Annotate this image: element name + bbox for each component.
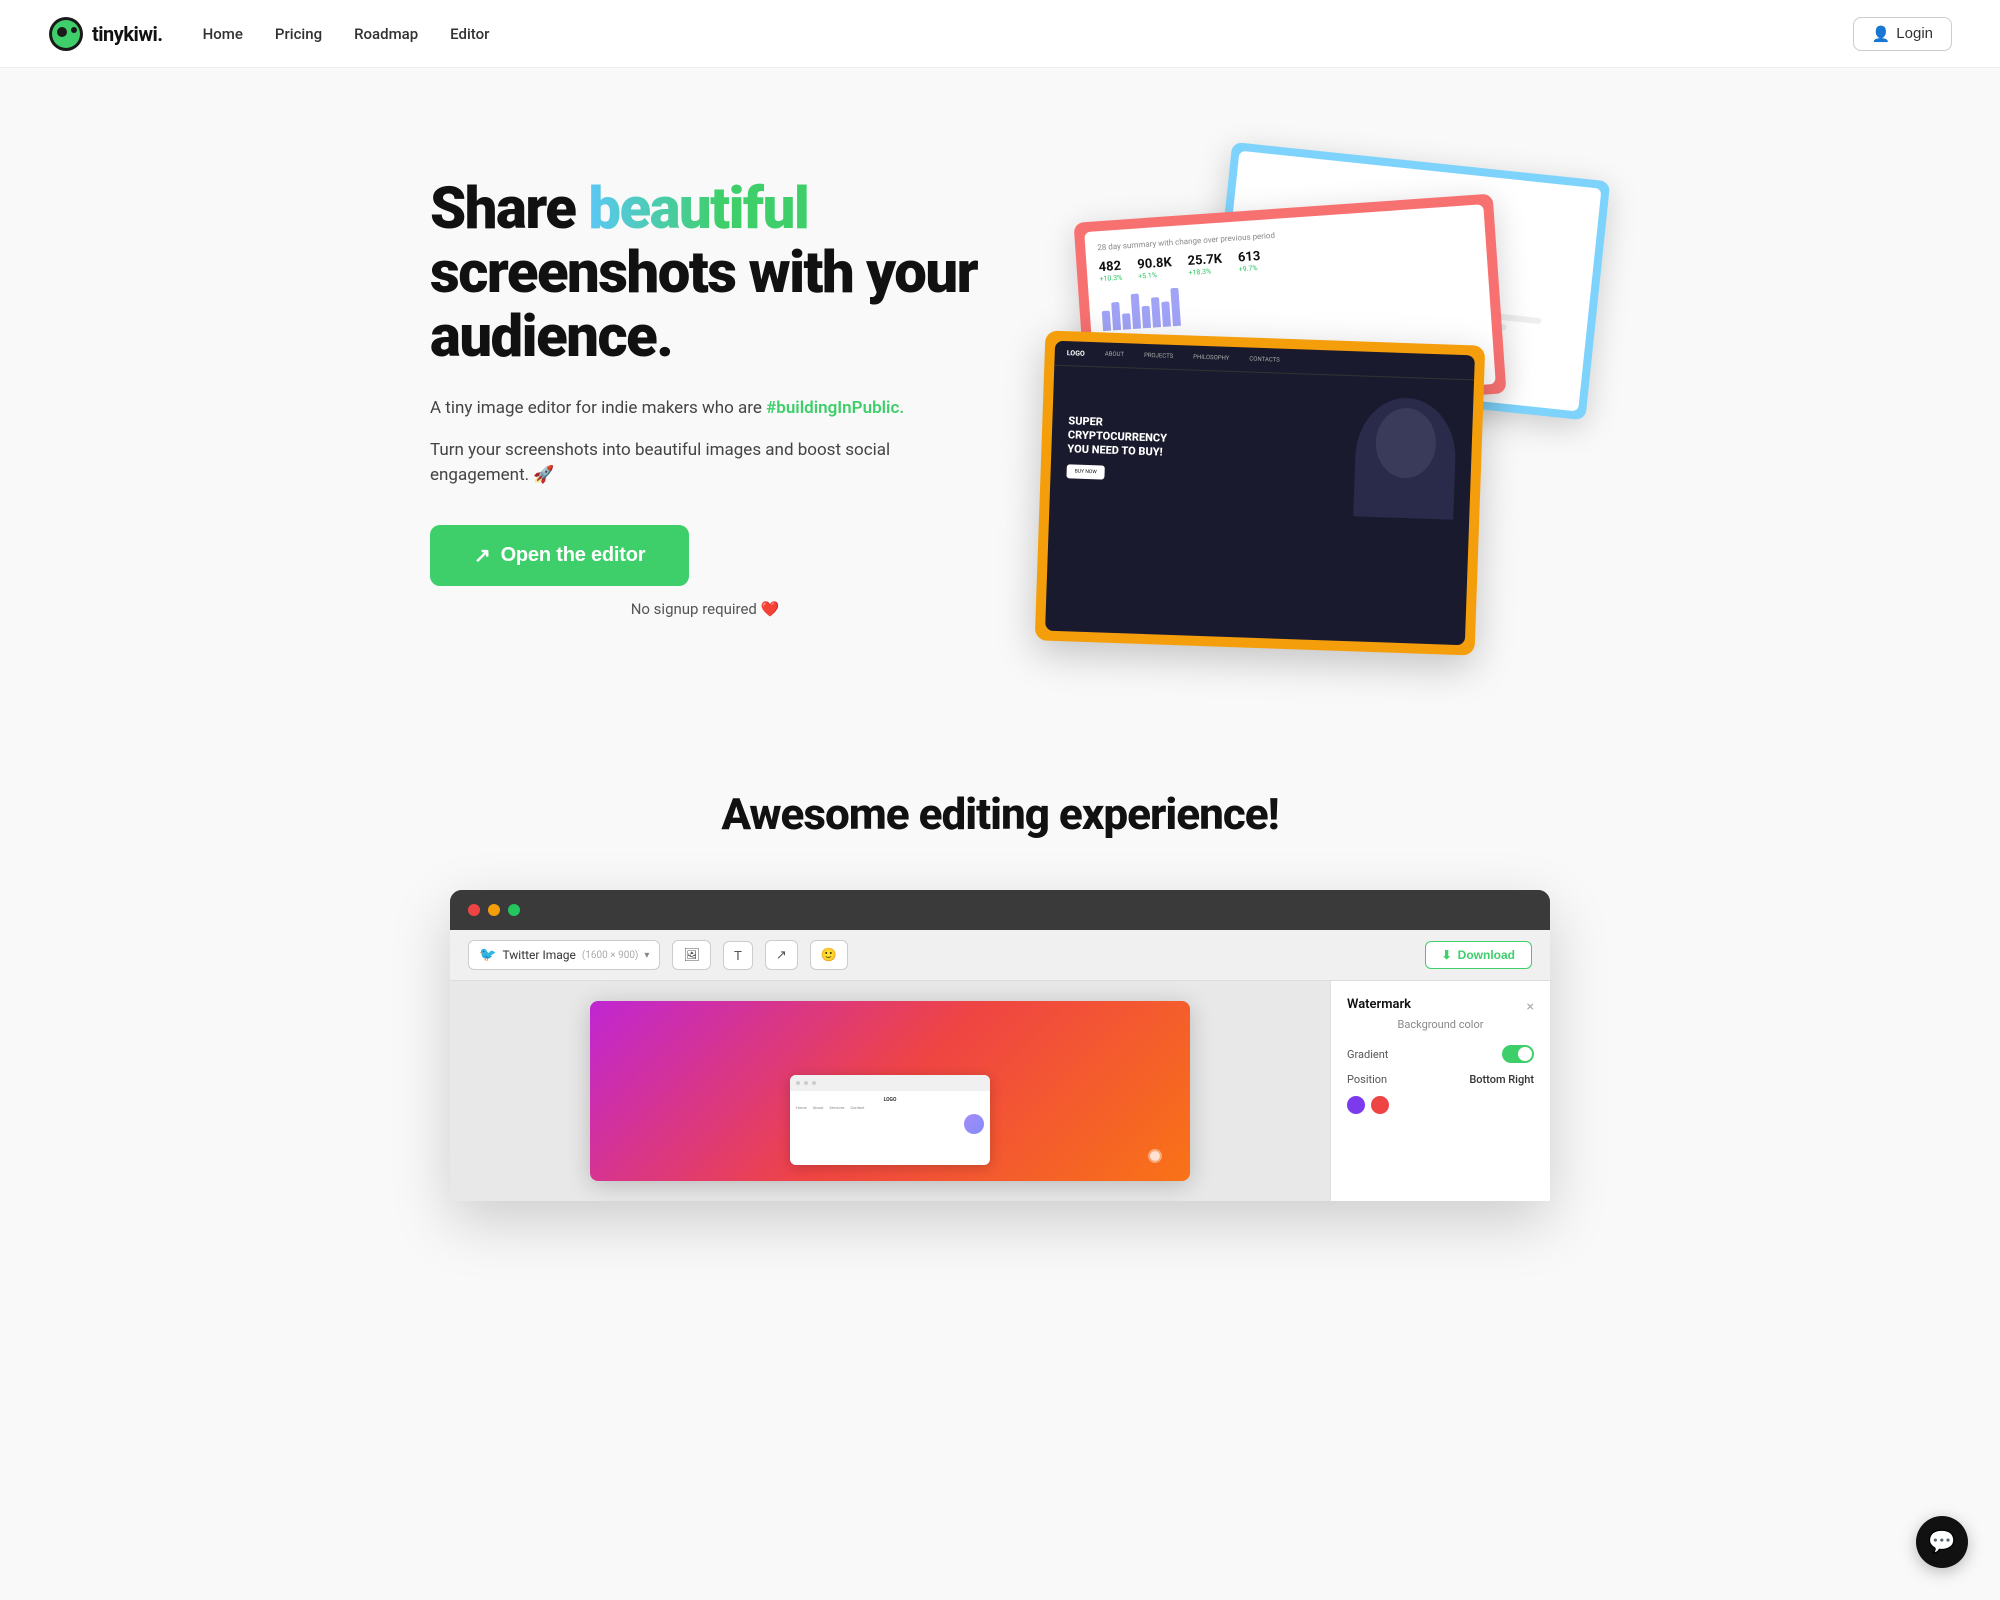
crypto-silhouette [1353, 396, 1457, 519]
panel-close-button[interactable]: × [1527, 999, 1534, 1015]
stat-2-change: +5.1% [1138, 270, 1173, 280]
hero-subtext-1: A tiny image editor for indie makers who… [430, 398, 980, 418]
crypto-cta: BUY NOW [1066, 465, 1105, 480]
nav-item-pricing[interactable]: Pricing [275, 25, 322, 43]
text-icon: T [734, 948, 742, 963]
hero-subtext-2: Turn your screenshots into beautiful ima… [430, 438, 980, 489]
crypto-hero: SUPER CRYPTOCURRENCY YOU NEED TO BUY! BU… [1049, 366, 1474, 541]
logo-text: tinykiwi. [92, 22, 163, 46]
open-editor-button[interactable]: ↗ Open the editor [430, 525, 689, 586]
hero-hashtag: #buildingInPublic. [766, 398, 904, 418]
text-tool-button[interactable]: T [723, 941, 753, 970]
stat-3-change: +18.3% [1188, 267, 1223, 277]
panel-position-row: Position Bottom Right [1347, 1073, 1534, 1086]
nav-links: Home Pricing Roadmap Editor [203, 24, 1853, 43]
color-swatch-2[interactable] [1371, 1096, 1389, 1114]
window-dot-minimize[interactable] [488, 904, 500, 916]
gradient-label: Gradient [1347, 1048, 1388, 1061]
section-editor-title: Awesome editing experience! [40, 788, 1960, 840]
section-editor: Awesome editing experience! 🐦 Twitter Im… [0, 708, 2000, 1201]
no-signup-text: No signup required ❤️ [430, 600, 980, 618]
panel-title: Watermark [1347, 997, 1411, 1012]
chat-icon: 💬 [1928, 1530, 1955, 1555]
format-selector[interactable]: 🐦 Twitter Image (1600 × 900) ▾ [468, 940, 660, 970]
window-dot-close[interactable] [468, 904, 480, 916]
card-crypto: LOGO ABOUTPROJECTSPHILOSOPHYCONTACTS SUP… [1035, 330, 1486, 655]
hero-section: Share beautiful screenshots with your au… [350, 68, 1650, 708]
editor-canvas[interactable]: LOGO HomeAboutServicesContact [450, 981, 1330, 1201]
cta-wrap: ↗ Open the editor No signup required ❤️ [430, 525, 980, 618]
position-label: Position [1347, 1073, 1387, 1086]
stat-2-num: 90.8K [1137, 255, 1172, 272]
download-button[interactable]: ⬇ Download [1425, 941, 1532, 969]
image-icon: 🖼 [683, 947, 700, 963]
emoji-tool-button[interactable]: 🙂 [810, 940, 848, 970]
format-size: (1600 × 900) [582, 950, 639, 961]
panel-gradient-row: Gradient [1347, 1045, 1534, 1063]
logo[interactable]: tinykiwi. [48, 16, 163, 52]
login-button[interactable]: 👤 Login [1853, 17, 1952, 51]
stat-3-num: 25.7K [1187, 252, 1222, 269]
window-dot-maximize[interactable] [508, 904, 520, 916]
canvas-content: LOGO HomeAboutServicesContact [590, 1001, 1190, 1181]
hero-illustration: HOMEPRODUCTSTOREABOUT US 28 day summary … [1020, 148, 1570, 648]
gradient-toggle[interactable] [1502, 1045, 1534, 1063]
hero-heading: Share beautiful screenshots with your au… [430, 178, 980, 369]
hero-highlight: beautiful [588, 175, 808, 243]
format-label: Twitter Image [502, 948, 575, 962]
chevron-down-icon: ▾ [644, 950, 649, 961]
position-value: Bottom Right [1469, 1073, 1534, 1086]
screenshot-stack: HOMEPRODUCTSTOREABOUT US 28 day summary … [1020, 148, 1570, 648]
crypto-heading: SUPER CRYPTOCURRENCY YOU NEED TO BUY! [1067, 414, 1198, 461]
chat-support-button[interactable]: 💬 [1916, 1516, 1968, 1568]
nav-item-home[interactable]: Home [203, 25, 243, 43]
panel-subtitle: Background color [1347, 1018, 1534, 1031]
navbar: tinykiwi. Home Pricing Roadmap Editor 👤 … [0, 0, 2000, 68]
mockup-titlebar [450, 890, 1550, 930]
nav-item-roadmap[interactable]: Roadmap [354, 25, 418, 43]
mockup-body: LOGO HomeAboutServicesContact Watermark … [450, 981, 1550, 1201]
color-picker-row [1347, 1096, 1534, 1114]
download-icon: ⬇ [1442, 948, 1452, 962]
mockup-toolbar: 🐦 Twitter Image (1600 × 900) ▾ 🖼 T ↗ 🙂 ⬇… [450, 930, 1550, 981]
canvas-browser-preview: LOGO HomeAboutServicesContact [790, 1075, 990, 1165]
cursor-indicator [1150, 1151, 1160, 1161]
color-swatch-1[interactable] [1347, 1096, 1365, 1114]
stat-1-num: 482 [1098, 259, 1122, 276]
hero-left: Share beautiful screenshots with your au… [430, 178, 980, 617]
shapes-icon: ↗ [776, 947, 787, 963]
kiwi-logo-icon [48, 16, 84, 52]
external-link-icon: ↗ [474, 543, 491, 568]
emoji-icon: 🙂 [821, 947, 837, 963]
stat-4-change: +9.7% [1239, 264, 1262, 274]
user-icon: 👤 [1872, 25, 1891, 43]
editor-panel: Watermark × Background color Gradient Po… [1330, 981, 1550, 1201]
stat-1-change: +10.3% [1099, 274, 1122, 284]
editor-mockup: 🐦 Twitter Image (1600 × 900) ▾ 🖼 T ↗ 🙂 ⬇… [450, 890, 1550, 1201]
image-tool-button[interactable]: 🖼 [672, 940, 711, 970]
stat-4-num: 613 [1237, 249, 1260, 266]
nav-item-editor[interactable]: Editor [450, 25, 489, 43]
twitter-icon: 🐦 [479, 947, 496, 963]
crypto-head [1375, 407, 1437, 479]
shapes-tool-button[interactable]: ↗ [765, 940, 798, 970]
